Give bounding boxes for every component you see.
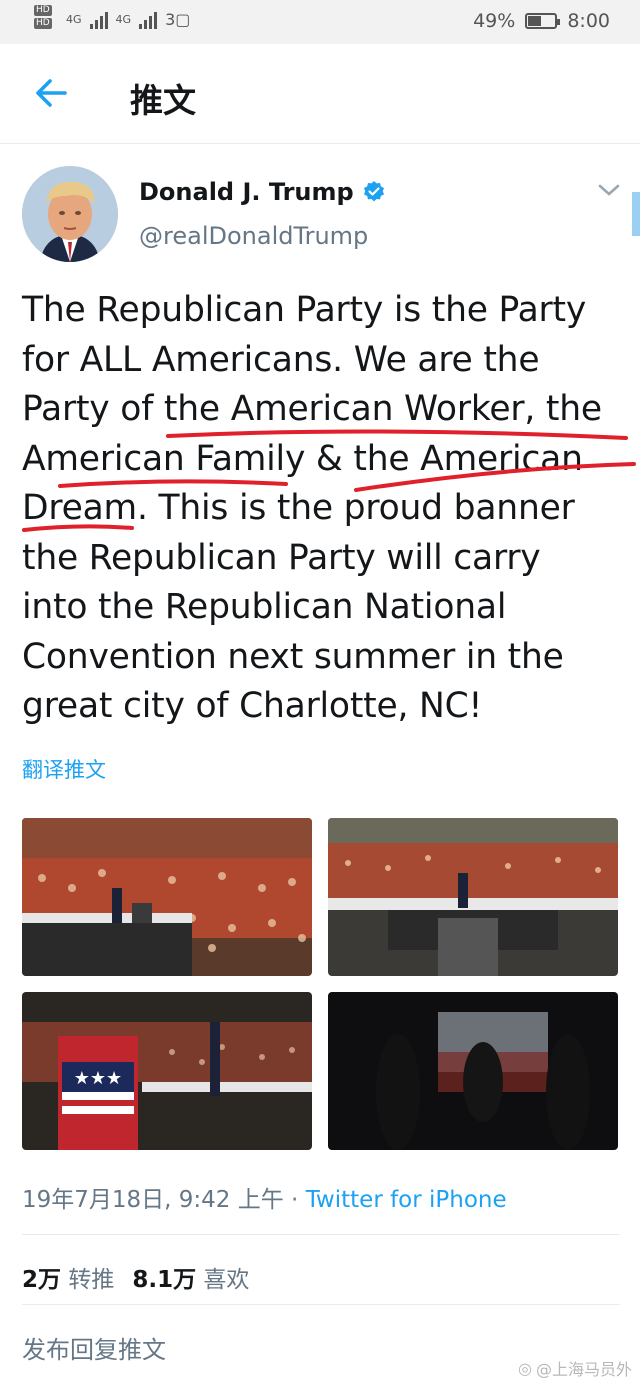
author-row: Donald J. Trump [139,178,386,206]
retweet-count: 2万 [22,1267,62,1293]
battery-fill [528,16,542,26]
hd-badge-2: HD [34,18,52,29]
like-stat[interactable]: 8.1万 喜欢 [132,1260,249,1294]
reply-composer[interactable]: 发布回复推文 [22,1330,166,1365]
signal-icon [89,11,108,29]
hd-badge-1: HD [34,5,52,16]
status-bar: HD HD 4G 4G 3▢ 49% 8:00 [0,0,640,44]
tweet-photo-2[interactable] [328,818,618,976]
tweet-text-line: American Family & the American [22,438,583,479]
retweet-stat[interactable]: 2万 转推 [22,1260,114,1294]
hd-indicators: HD HD [34,5,52,29]
author-name[interactable]: Donald J. Trump [139,178,354,206]
clock: 8:00 [567,10,610,32]
tweet-text-line: Dream. This is the proud banner [22,488,575,528]
svg-text:★★★: ★★★ [74,1068,122,1089]
status-right: 49% 8:00 [473,10,610,32]
tweet-photo-1[interactable] [22,818,312,976]
tweet-text-line: Party of the American Worker, the [22,389,602,429]
divider [22,1234,620,1235]
tweet-stats: 2万 转推 8.1万 喜欢 [22,1260,249,1294]
tweet-photo-4[interactable] [328,992,618,1150]
battery-percent: 49% [473,10,516,32]
weibo-icon: ◎ [518,1358,532,1378]
tweet-text-line: into the Republican National [22,587,507,627]
watermark: ◎ @上海马员外 [518,1356,632,1380]
tweet-text-line: The Republican Party is the Party [22,290,587,330]
avatar[interactable] [22,166,118,262]
verified-badge-icon [363,181,384,202]
tweet-text-line: for ALL Americans. We are the [22,339,540,380]
translate-tweet-link[interactable]: 翻译推文 [22,754,106,784]
retweet-label: 转推 [68,1267,115,1293]
tweet-photo-3[interactable]: ★★★ [22,992,312,1150]
signal-icon-2 [139,11,158,29]
tweet-source-link[interactable]: Twitter for iPhone [306,1187,507,1213]
chevron-down-icon[interactable] [596,180,622,200]
signal-group: 4G 4G 3▢ [66,10,190,29]
tweet-text-line: the Republican Party will carry [22,537,541,578]
tweet-text-line: great city of Charlotte, NC! [22,686,483,726]
author-handle[interactable]: @realDonaldTrump [139,222,368,250]
like-label: 喜欢 [203,1267,250,1293]
divider [22,1304,620,1305]
like-count: 8.1万 [132,1267,197,1293]
network-type-1: 4G [66,13,82,26]
tweet-text: The Republican Party is the Party for AL… [22,286,634,732]
page-title: 推文 [130,81,196,120]
tweet-meta: 19年7月18日, 9:42 上午 · Twitter for iPhone [22,1180,507,1214]
battery-icon [525,13,561,29]
back-arrow-icon[interactable] [34,78,68,108]
nfc-icon: 3▢ [165,10,191,29]
watermark-text: @上海马员外 [535,1360,632,1379]
scroll-indicator [632,192,640,236]
top-app-bar: 推文 [0,44,640,144]
network-type-2: 4G [115,13,132,26]
tweet-timestamp: 19年7月18日, 9:42 上午 · [22,1187,306,1213]
tweet-text-line: Convention next summer in the [22,636,564,677]
